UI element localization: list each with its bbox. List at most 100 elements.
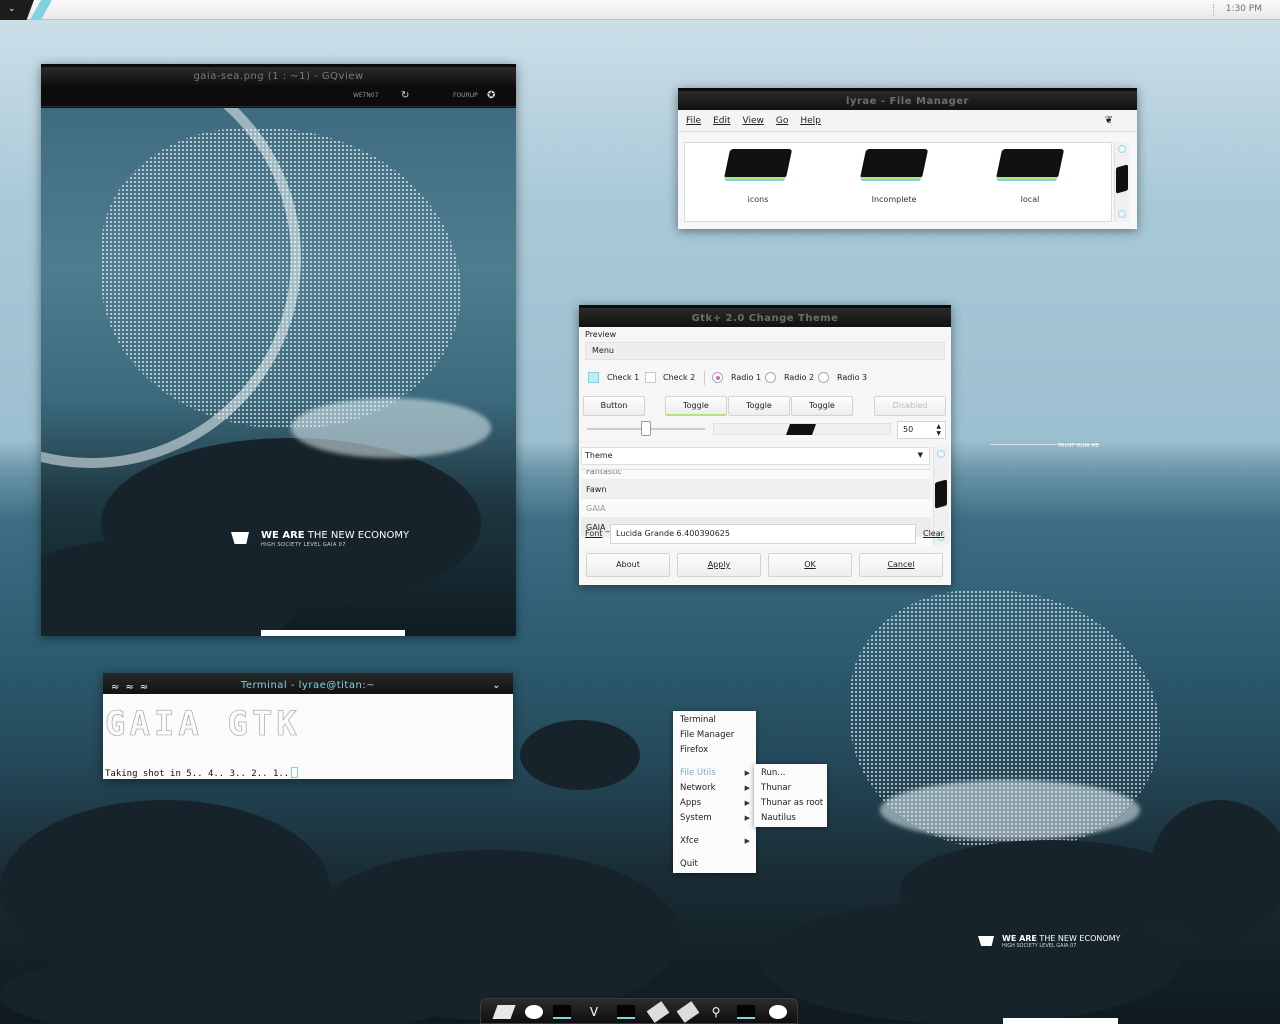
menu-item-network[interactable]: Network [680,783,716,793]
theme-combo[interactable]: Theme ▼ [581,447,930,465]
terminal-output[interactable]: Taking shot in 5.. 4.. 3.. 2.. 1.. [105,767,299,779]
spin-down-icon[interactable]: ▼ [936,426,941,442]
slogan-small: HIGH SOCIETY LEVEL GAIA 07 [261,542,346,548]
theme-row[interactable]: Fawn [581,480,931,499]
font-entry[interactable]: Lucida Grande 6.400390625 [610,524,916,544]
vim-icon[interactable]: V [585,1005,603,1019]
spin-button[interactable]: 50 ▲ ▼ [897,421,946,439]
editor-icon[interactable] [617,1005,635,1019]
root-menu: Terminal File Manager Firefox File Utils… [673,711,756,873]
menu-item-apps[interactable]: Apps [680,798,701,808]
folder-icon [723,149,793,179]
radio2-button[interactable] [765,372,776,383]
preview-button[interactable]: Button [583,396,645,416]
rock [1150,800,1280,940]
menu-item[interactable]: Menu [592,346,614,355]
hscale-handle[interactable] [641,421,651,436]
terminal-line: Taking shot in 5.. 4.. 3.. 2.. 1.. [105,769,290,779]
terminal-icon[interactable] [553,1005,571,1019]
radio1-button[interactable] [712,372,723,383]
hscrollbar[interactable] [713,423,891,435]
ok-button[interactable]: OK [768,553,852,577]
toolbar-label[interactable]: WETN07 [353,85,379,107]
gqview-toolbar: WETN07 ↻ FOURUP ✪ [41,85,516,107]
scroll-thumb[interactable] [935,479,947,509]
menu-file[interactable]: File [686,116,701,126]
menu-item-xfce[interactable]: Xfce [680,836,699,846]
folder-item[interactable]: Incomplete [849,149,939,205]
bottom-strip [1003,1018,1118,1024]
chevron-down-icon[interactable]: ⌄ [492,676,501,695]
window-titlebar[interactable]: ≈≈≈ Terminal - lyrae@titan:~ ⌄ [103,673,513,694]
swirl-icon[interactable]: ↻ [401,85,409,107]
trust-text: TRUST YOUR ME [1058,443,1099,449]
scroll-up-icon[interactable] [937,450,945,458]
theme-row[interactable]: GAIA [581,499,931,518]
menu-item-system[interactable]: System [680,813,712,823]
theme-row[interactable]: Fantastic [581,470,931,480]
menu-item-quit[interactable]: Quit [680,859,698,869]
pidgin-icon[interactable] [525,1005,543,1019]
check2-checkbox[interactable] [645,372,656,383]
menu-go[interactable]: Go [776,116,788,126]
folder-label: icons [747,195,769,204]
menu-item-file-utils[interactable]: File Utils [680,768,716,778]
about-button[interactable]: About [586,553,670,577]
throbber-icon: ❦ [1104,115,1113,126]
check1-label: Check 1 [607,373,640,382]
text-cursor [291,767,299,778]
menu-help[interactable]: Help [800,116,821,126]
window-titlebar[interactable]: Gtk+ 2.0 Change Theme [579,305,951,327]
folder-icon [995,149,1065,179]
vertical-scrollbar[interactable] [1114,142,1130,222]
menu-item-thunar[interactable]: Thunar [761,783,791,793]
disabled-button: Disabled [874,396,946,416]
icon-view[interactable]: icons Incomplete local [684,142,1112,222]
cancel-button[interactable]: Cancel [859,553,943,577]
scroll-up-icon[interactable] [1118,145,1126,153]
scroll-down-icon[interactable] [1118,210,1126,218]
check1-checkbox[interactable] [588,372,599,383]
folder-item[interactable]: icons [713,149,803,205]
panel-menu-button[interactable]: ⌄ [0,0,34,20]
notes-icon[interactable] [676,1001,700,1023]
menu-item-terminal[interactable]: Terminal [680,715,716,725]
toggle-button[interactable]: Toggle [728,396,790,416]
toggle-button[interactable]: Toggle [665,396,727,416]
image-canvas[interactable]: WE ARE THE NEW ECONOMY HIGH SOCIETY LEVE… [41,108,516,636]
files-icon[interactable] [492,1005,516,1019]
panel-accent [30,0,52,20]
slogan-bold: WE ARE [261,530,305,541]
scroll-thumb[interactable] [785,424,817,435]
menu-edit[interactable]: Edit [713,116,730,126]
menu-view[interactable]: View [743,116,764,126]
emblem-icon[interactable]: ✪ [487,85,495,107]
toggle-button[interactable]: Toggle [791,396,853,416]
music-icon[interactable] [769,1005,787,1019]
menu-item-nautilus[interactable]: Nautilus [761,813,796,823]
dropdown-arrow-icon[interactable]: ▼ [918,451,923,459]
scroll-thumb[interactable] [1116,164,1128,194]
menu-item-thunar-root[interactable]: Thunar as root [761,798,823,808]
slogan-rest: THE NEW ECONOMY [304,530,410,541]
window-titlebar[interactable]: gaia-sea.png (1 : ~1) - GQview [41,64,516,85]
radio3-button[interactable] [818,372,829,383]
submenu-arrow-icon: ▶ [744,799,750,807]
menu-item-run[interactable]: Run... [761,768,785,778]
clear-button[interactable]: Clear [923,529,944,538]
folder-item[interactable]: local [985,149,1075,205]
toolbar-label[interactable]: FOURUP [453,85,478,107]
menu-item-firefox[interactable]: Firefox [680,745,708,755]
menu-item-file-manager[interactable]: File Manager [680,730,734,740]
terminal-title: Terminal - lyrae@titan:~ [240,680,376,691]
panel-clock[interactable]: 1:30 PM [1226,4,1262,14]
transmission-icon[interactable]: ⚲ [707,1005,725,1019]
mail-icon[interactable] [737,1005,755,1019]
world-map-dots [101,128,461,428]
apply-button[interactable]: Apply [677,553,761,577]
preview-menubar: Menu [585,342,945,360]
radio1-label: Radio 1 [731,373,762,382]
window-titlebar[interactable]: lyrae - File Manager [678,88,1137,110]
document-icon[interactable] [646,1001,670,1023]
wave-foam [880,780,1140,840]
